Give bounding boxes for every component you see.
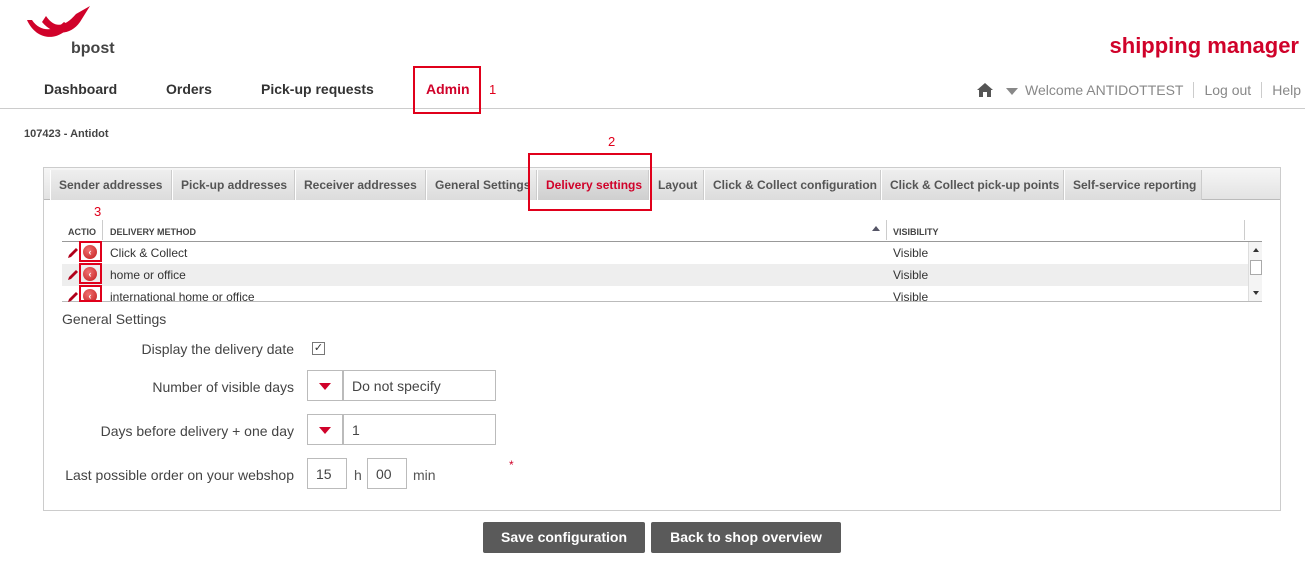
edit-pencil-icon[interactable] [67, 291, 79, 302]
tab-pickup-addresses[interactable]: Pick-up addresses [172, 170, 295, 200]
display-date-checkbox[interactable]: ✓ [312, 342, 325, 355]
scroll-down-arrow-icon[interactable] [1253, 291, 1259, 295]
tab-general-settings[interactable]: General Settings [426, 170, 537, 200]
grid-header: ACTIO DELIVERY METHOD VISIBILITY [62, 218, 1262, 242]
days-before-dropdown-button[interactable] [307, 414, 343, 445]
user-menu: Welcome ANTIDOTTEST Log out Help [976, 82, 1301, 98]
nav-dashboard[interactable]: Dashboard [44, 81, 117, 97]
display-date-label: Display the delivery date [141, 341, 294, 357]
table-row[interactable]: ‹ Click & Collect Visible [62, 242, 1248, 264]
last-order-minute-input[interactable]: 00 [367, 458, 407, 489]
save-configuration-button[interactable]: Save configuration [483, 522, 645, 553]
tab-click-collect-pickup-points[interactable]: Click & Collect pick-up points [881, 170, 1064, 200]
last-order-label: Last possible order on your webshop [65, 467, 294, 483]
divider [1193, 82, 1195, 98]
edit-pencil-icon[interactable] [67, 269, 79, 281]
last-order-hour-input[interactable]: 15 [307, 458, 347, 489]
days-before-select[interactable]: 1 [343, 414, 496, 445]
general-settings-title: General Settings [62, 311, 167, 327]
annotation-box-delivery-settings [528, 153, 652, 211]
row-visibility: Visible [893, 246, 929, 260]
logout-link[interactable]: Log out [1204, 82, 1251, 98]
sort-ascending-icon[interactable] [872, 226, 880, 231]
delivery-methods-grid: ACTIO DELIVERY METHOD VISIBILITY ‹ Click… [62, 218, 1262, 302]
annotation-box-delete [79, 241, 102, 262]
scroll-up-arrow-icon[interactable] [1253, 248, 1259, 252]
home-icon[interactable] [976, 82, 994, 98]
nav-pickup-requests[interactable]: Pick-up requests [261, 81, 374, 97]
annotation-number-2: 2 [608, 134, 616, 149]
top-navigation: Dashboard Orders Pick-up requests Admin … [0, 64, 1305, 109]
tab-layout[interactable]: Layout [649, 170, 704, 200]
divider [1261, 82, 1263, 98]
annotation-box-delete [79, 285, 102, 302]
column-divider [886, 220, 887, 240]
bpost-logo: bpost [24, 6, 134, 58]
row-delivery-method: international home or office [110, 290, 255, 302]
row-delivery-method: Click & Collect [110, 246, 188, 260]
logo-text: bpost [71, 40, 115, 57]
tab-receiver-addresses[interactable]: Receiver addresses [295, 170, 426, 200]
minute-unit-label: min [413, 467, 436, 483]
shop-identifier: 107423 - Antidot [24, 128, 109, 140]
column-divider [1244, 220, 1245, 240]
dropdown-arrow-icon [319, 427, 331, 434]
row-visibility: Visible [893, 268, 929, 282]
tab-sender-addresses[interactable]: Sender addresses [50, 170, 172, 200]
admin-panel: Sender addresses Pick-up addresses Recei… [43, 167, 1281, 511]
visible-days-select[interactable]: Do not specify [343, 370, 496, 401]
tab-self-service-reporting[interactable]: Self-service reporting [1064, 170, 1202, 200]
help-link[interactable]: Help [1272, 82, 1301, 98]
annotation-number-3: 3 [94, 204, 102, 219]
table-row[interactable]: ‹ international home or office Visible [62, 286, 1248, 302]
tab-bar: Sender addresses Pick-up addresses Recei… [44, 168, 1280, 200]
table-row[interactable]: ‹ home or office Visible [62, 264, 1248, 286]
visible-days-dropdown-button[interactable] [307, 370, 343, 401]
row-delivery-method: home or office [110, 268, 186, 282]
header-delivery-method[interactable]: DELIVERY METHOD [110, 227, 196, 237]
scroll-thumb[interactable] [1250, 260, 1262, 275]
grid-scrollbar[interactable] [1248, 242, 1262, 301]
annotation-box-admin [413, 66, 481, 114]
annotation-box-delete [79, 263, 102, 284]
days-before-label: Days before delivery + one day [100, 423, 294, 439]
annotation-number-1: 1 [489, 82, 497, 97]
app-title: shipping manager [1109, 33, 1299, 58]
header-actions: ACTIO [68, 227, 96, 237]
row-visibility: Visible [893, 290, 929, 302]
visible-days-label: Number of visible days [152, 379, 294, 395]
welcome-text[interactable]: Welcome ANTIDOTTEST [1025, 82, 1183, 98]
edit-pencil-icon[interactable] [67, 247, 79, 259]
nav-orders[interactable]: Orders [166, 81, 212, 97]
back-to-shop-overview-button[interactable]: Back to shop overview [651, 522, 841, 553]
dropdown-arrow-icon [319, 383, 331, 390]
required-asterisk: * [509, 458, 514, 472]
hour-unit-label: h [354, 467, 362, 483]
tab-click-collect-configuration[interactable]: Click & Collect configuration [704, 170, 881, 200]
dropdown-arrow-icon[interactable] [1006, 87, 1019, 95]
column-divider [102, 220, 103, 240]
header-visibility[interactable]: VISIBILITY [893, 227, 939, 237]
